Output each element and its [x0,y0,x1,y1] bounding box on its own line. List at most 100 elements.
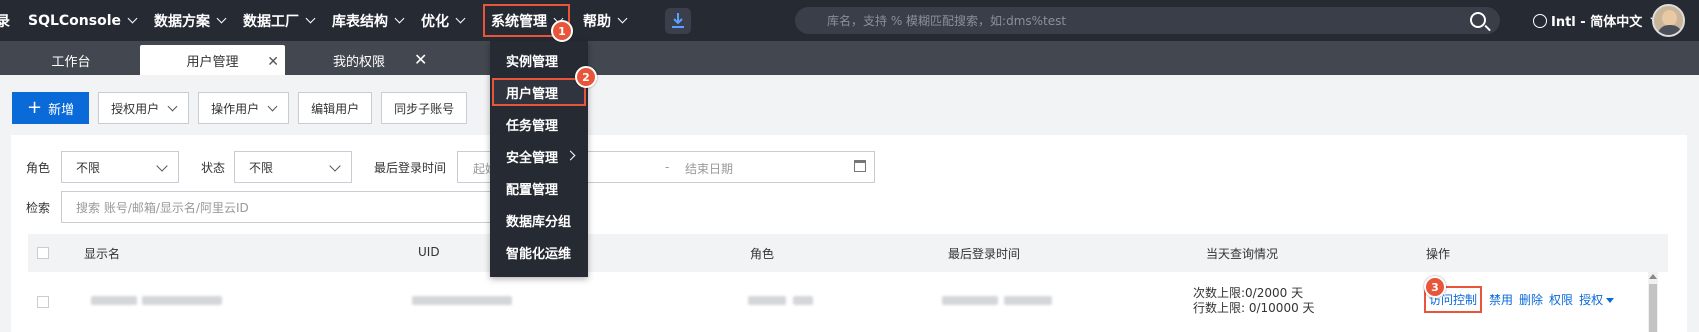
add-button[interactable]: + 新增 [12,92,90,124]
column-header: 最后登录时间 [948,247,1021,261]
nav-item-optimize[interactable]: 优化 [412,0,473,41]
tab-workbench[interactable]: 工作台 [12,45,130,75]
tab-user-management[interactable]: 用户管理 ✕ [140,45,285,75]
tab-label: 用户管理 [186,54,239,70]
main-nav: 录 SQLConsole 数据方案 数据工厂 库表结构 优化 系统管理 帮助 [0,0,692,41]
nav-label: 系统管理 [491,13,548,30]
authorize-dropdown[interactable]: 授权 [1579,291,1615,308]
column-header: UID [418,245,440,259]
step-badge: 1 [551,20,573,42]
chevron-down-icon [305,13,316,24]
table-row: 次数上限:0/2000 天 行数上限: 0/10000 天 访问控制 禁用 删除… [28,272,1668,332]
column-header: 当天查询情况 [1206,247,1279,261]
redacted-display-name [142,296,222,305]
top-nav-bar: 录 SQLConsole 数据方案 数据工厂 库表结构 优化 系统管理 帮助 I… [0,0,1699,41]
nav-label: 数据方案 [154,13,211,30]
redacted-role [793,296,813,305]
status-filter-label: 状态 [201,161,226,175]
menu-item-label: 用户管理 [506,86,559,102]
role-select[interactable]: 不限 [61,151,179,183]
download-icon[interactable] [665,7,692,34]
chevron-down-icon [216,13,227,24]
operate-user-label: 操作用户 [211,101,260,116]
last-login-filter-label: 最后登录时间 [374,161,447,175]
nav-item-partial[interactable]: 录 [0,0,19,41]
caret-down-icon [1606,298,1615,303]
end-date-placeholder: 结束日期 [685,162,734,176]
edit-user-label: 编辑用户 [311,101,360,116]
date-separator: - [665,160,670,174]
global-search-input[interactable] [795,13,1435,28]
menu-item-task-management[interactable]: 任务管理 [490,110,588,138]
redacted-display-name [91,296,137,305]
nav-item-help[interactable]: 帮助 [574,0,635,41]
chevron-down-icon [167,101,178,111]
menu-item-config-management[interactable]: 配置管理 [490,174,588,202]
menu-item-smart-ops[interactable]: 智能化运维 [490,238,588,266]
menu-item-label: 实例管理 [506,54,559,70]
toolbar: + 新增 授权用户 操作用户 编辑用户 同步子账号 [12,92,476,124]
tab-label: 工作台 [51,54,91,70]
tab-my-permissions[interactable]: 我的权限 [300,45,418,75]
redacted-last-login [942,296,998,305]
menu-item-security-management[interactable]: 安全管理 [490,142,588,170]
nav-label: 帮助 [583,13,612,30]
edit-user-button[interactable]: 编辑用户 [298,92,373,124]
sync-subaccount-label: 同步子账号 [394,101,455,116]
search-icon[interactable] [1470,12,1486,28]
status-select-value: 不限 [249,160,274,175]
operate-user-button[interactable]: 操作用户 [198,92,290,124]
menu-item-label: 任务管理 [506,118,559,134]
delete-link[interactable]: 删除 [1519,291,1543,308]
nav-item-sqlconsole[interactable]: SQLConsole [19,0,145,41]
grant-user-button[interactable]: 授权用户 [98,92,190,124]
query-count-limit: 次数上限:0/2000 天 [1193,286,1304,300]
sync-subaccount-button[interactable]: 同步子账号 [381,92,468,124]
calendar-icon[interactable] [854,160,866,172]
disable-link[interactable]: 禁用 [1489,291,1513,308]
select-all-checkbox[interactable] [37,247,49,259]
nav-label: 优化 [421,13,450,30]
step-badge: 3 [1424,276,1446,298]
global-search[interactable] [795,7,1500,34]
step-badge: 2 [575,66,597,88]
menu-item-label: 数据库分组 [506,214,572,230]
close-icon[interactable]: ✕ [414,50,427,69]
authorize-label: 授权 [1579,293,1604,307]
menu-item-db-groups[interactable]: 数据库分组 [490,206,588,234]
status-select[interactable]: 不限 [234,151,352,183]
role-filter-label: 角色 [26,161,51,175]
nav-item-data-factory[interactable]: 数据工厂 [234,0,323,41]
chevron-down-icon [156,160,168,172]
nav-item-data-solution[interactable]: 数据方案 [145,0,234,41]
chevron-right-icon [565,150,576,161]
table-header: 显示名 UID 角色 最后登录时间 当天查询情况 操作 [28,234,1668,272]
vertical-scrollbar[interactable] [1648,272,1658,332]
chevron-down-icon [617,13,628,24]
language-switch[interactable]: Intl - 简体中文 [1533,0,1662,41]
column-header: 角色 [750,247,775,261]
row-checkbox[interactable] [37,296,49,308]
redacted-uid [412,296,512,305]
language-label: Intl - 简体中文 [1551,15,1643,30]
chevron-down-icon [455,13,466,24]
user-search-input[interactable]: 搜索 账号/邮箱/显示名/阿里云ID [61,191,511,223]
column-header: 显示名 [84,247,121,261]
nav-label: SQLConsole [28,12,122,29]
menu-item-user-management[interactable]: 用户管理 [492,78,586,106]
avatar[interactable] [1652,4,1685,37]
chevron-down-icon [394,13,405,24]
row-actions: 访问控制 禁用 删除 权限 授权 [1423,286,1620,313]
filter-panel: 角色 不限 状态 不限 最后登录时间 起始日期 - 结束日期 检索 搜索 账号/… [11,135,1687,332]
menu-item-label: 安全管理 [506,150,559,166]
user-search-placeholder: 搜索 账号/邮箱/显示名/阿里云ID [76,200,249,215]
permission-link[interactable]: 权限 [1549,291,1573,308]
plus-icon: + [27,97,43,118]
close-icon[interactable]: ✕ [267,54,279,70]
menu-item-instance-management[interactable]: 实例管理 [490,46,588,74]
nav-item-schema[interactable]: 库表结构 [323,0,412,41]
system-admin-menu: 实例管理 用户管理 任务管理 安全管理 配置管理 数据库分组 智能化运维 [490,41,588,277]
menu-item-label: 配置管理 [506,182,559,198]
search-filter-label: 检索 [26,201,51,215]
nav-label: 库表结构 [332,13,389,30]
